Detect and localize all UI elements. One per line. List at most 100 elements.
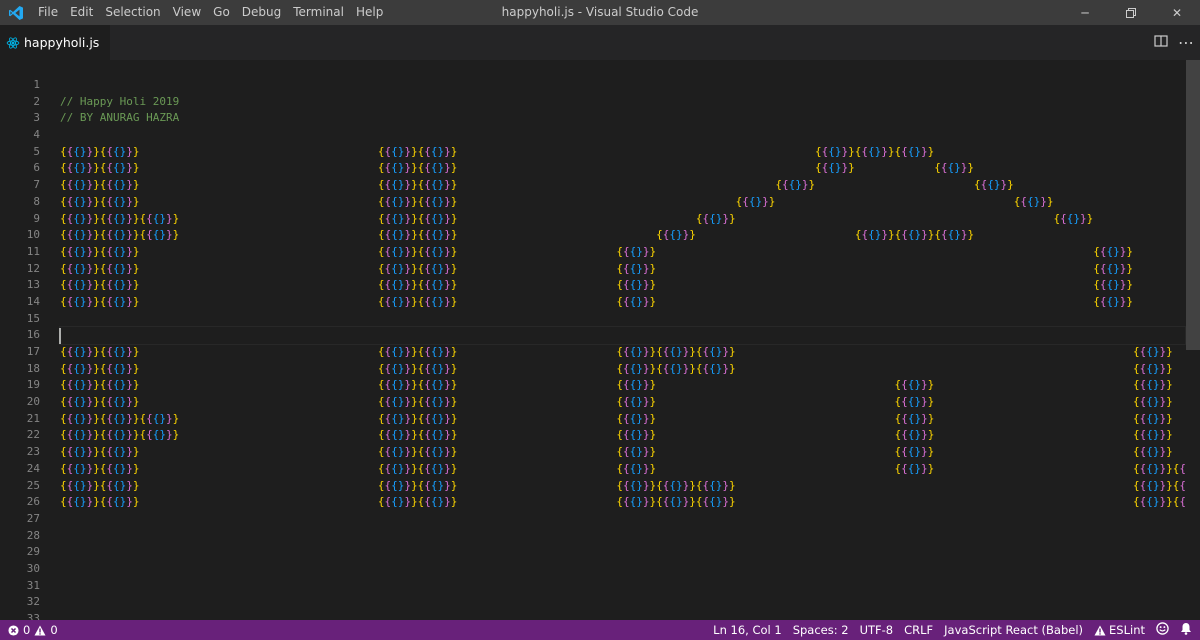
code-comment: // BY ANURAG HAZRA: [60, 111, 180, 125]
tab-happyholi-js[interactable]: happyholi.js: [0, 25, 110, 60]
editor-area[interactable]: 1 2 3 4 5 6 7 8 9 10 11 12 13 14 15 16 17 18 19 20 21 22 23 24 2…: [0, 60, 1200, 620]
code-line[interactable]: {{{}}}{{{}}} {{{}}}{{{}}} {{{}}}{{{}}}{{…: [60, 361, 1185, 378]
menu-go[interactable]: Go: [207, 0, 236, 25]
split-editor-icon: [1154, 35, 1168, 47]
line-number: 21: [26, 411, 40, 425]
window-controls: ─ ✕: [1062, 0, 1200, 25]
line-number: 13: [26, 278, 40, 292]
line-number: 18: [26, 361, 40, 375]
code-line[interactable]: {{{}}}{{{}}} {{{}}}{{{}}} {{{}}} {{{}}}: [60, 294, 1185, 311]
line-number: 2: [33, 94, 40, 108]
text-cursor: [59, 327, 61, 344]
end-of-line[interactable]: CRLF: [904, 623, 933, 637]
bell-icon: [1181, 623, 1191, 635]
menu-file[interactable]: File: [32, 0, 64, 25]
menu-help[interactable]: Help: [350, 0, 389, 25]
code-line[interactable]: {{{}}}{{{}}} {{{}}}{{{}}} {{{}}} {{{}}} …: [60, 377, 1185, 394]
error-count: 0: [23, 623, 31, 637]
code-line[interactable]: [60, 528, 1185, 545]
code-line[interactable]: [60, 77, 1185, 94]
line-number: 14: [26, 294, 40, 308]
indentation[interactable]: Spaces: 2: [793, 623, 849, 637]
code-line[interactable]: {{{}}}{{{}}}{{{}}} {{{}}}{{{}}} {{{}}} {…: [60, 427, 1185, 444]
notifications-button[interactable]: [1180, 622, 1192, 638]
code-line[interactable]: {{{}}}{{{}}} {{{}}}{{{}}} {{{}}}{{{}}}{{…: [60, 144, 1185, 161]
line-number: 22: [26, 428, 40, 442]
line-number: 20: [26, 395, 40, 409]
split-editor-button[interactable]: [1154, 33, 1168, 52]
smiley-icon: [1156, 622, 1169, 635]
problems-indicator[interactable]: 0 0: [8, 620, 58, 640]
code-line[interactable]: [60, 561, 1185, 578]
close-button[interactable]: ✕: [1154, 0, 1200, 25]
line-number: 8: [33, 194, 40, 208]
encoding[interactable]: UTF-8: [860, 623, 894, 637]
tab-label: happyholi.js: [24, 35, 100, 50]
status-bar: 0 0 Ln 16, Col 1 Spaces: 2 UTF-8 CRLF Ja…: [0, 620, 1200, 640]
code-line[interactable]: {{{}}}{{{}}} {{{}}}{{{}}} {{{}}}{{{}}}{{…: [60, 344, 1185, 361]
menu-selection[interactable]: Selection: [99, 0, 166, 25]
code-line[interactable]: [60, 544, 1185, 561]
editor-actions: ⋯: [1154, 25, 1194, 60]
status-bar-right: Ln 16, Col 1 Spaces: 2 UTF-8 CRLF JavaSc…: [713, 620, 1192, 640]
minimize-icon: ─: [1081, 5, 1089, 20]
code-line[interactable]: [60, 127, 1185, 144]
code-line[interactable]: {{{}}}{{{}}} {{{}}}{{{}}} {{{}}} {{{}}} …: [60, 444, 1185, 461]
line-number: 1: [33, 78, 40, 91]
code-line[interactable]: {{{}}}{{{}}} {{{}}}{{{}}} {{{}}}{{{}}}{{…: [60, 494, 1185, 511]
code-line[interactable]: {{{}}}{{{}}} {{{}}}{{{}}} {{{}}} {{{}}}: [60, 160, 1185, 177]
line-number: 32: [26, 595, 40, 609]
language-mode[interactable]: JavaScript React (Babel): [944, 623, 1083, 637]
line-number: 4: [33, 128, 40, 142]
code-line[interactable]: {{{}}}{{{}}} {{{}}}{{{}}} {{{}}} {{{}}}: [60, 277, 1185, 294]
code-line[interactable]: {{{}}}{{{}}}{{{}}} {{{}}}{{{}}} {{{}}} {…: [60, 227, 1185, 244]
eslint-warning-icon: [1094, 625, 1106, 635]
cursor-position[interactable]: Ln 16, Col 1: [713, 623, 782, 637]
more-actions-button[interactable]: ⋯: [1178, 33, 1194, 52]
line-number: 17: [26, 345, 40, 358]
vertical-scrollbar[interactable]: [1186, 60, 1200, 620]
line-number: 9: [33, 211, 40, 225]
code-line[interactable]: [60, 594, 1185, 611]
code-line[interactable]: {{{}}}{{{}}}{{{}}} {{{}}}{{{}}} {{{}}} {…: [60, 211, 1185, 228]
line-number: 27: [26, 511, 40, 525]
code-line[interactable]: [60, 578, 1185, 595]
restore-icon: [1126, 7, 1136, 18]
code-line[interactable]: {{{}}}{{{}}} {{{}}}{{{}}} {{{}}} {{{}}}: [60, 244, 1185, 261]
line-number: 19: [26, 378, 40, 392]
code-line[interactable]: {{{}}}{{{}}} {{{}}}{{{}}} {{{}}} {{{}}} …: [60, 461, 1185, 478]
scrollbar-thumb[interactable]: [1186, 60, 1200, 350]
code-content[interactable]: // Happy Holi 2019 // BY ANURAG HAZRA {{{}…: [59, 77, 1186, 620]
line-number: 23: [26, 445, 40, 459]
line-number: 31: [26, 578, 40, 592]
tab-bar: happyholi.js ⋯: [0, 25, 1200, 60]
close-icon: ✕: [1171, 5, 1183, 20]
code-line[interactable]: [60, 511, 1185, 528]
code-line[interactable]: {{{}}}{{{}}} {{{}}}{{{}}} {{{}}}{{{}}}{{…: [60, 478, 1185, 495]
code-line[interactable]: {{{}}}{{{}}}{{{}}} {{{}}}{{{}}} {{{}}} {…: [60, 411, 1185, 428]
warning-icon: [34, 625, 46, 636]
eslint-status[interactable]: ESLint: [1094, 623, 1145, 637]
code-line[interactable]: // BY ANURAG HAZRA: [60, 110, 1185, 127]
eslint-label: ESLint: [1109, 623, 1145, 637]
line-number: 3: [33, 111, 40, 125]
code-line[interactable]: {{{}}}{{{}}} {{{}}}{{{}}} {{{}}} {{{}}} …: [60, 394, 1185, 411]
line-number: 6: [33, 161, 40, 175]
restore-button[interactable]: [1108, 0, 1154, 25]
line-number: 11: [26, 244, 40, 258]
line-number: 26: [26, 495, 40, 509]
menu-view[interactable]: View: [167, 0, 207, 25]
code-line[interactable]: [60, 611, 1185, 620]
react-icon: [4, 36, 22, 50]
menu-terminal[interactable]: Terminal: [287, 0, 350, 25]
menu-debug[interactable]: Debug: [236, 0, 287, 25]
code-line[interactable]: {{{}}}{{{}}} {{{}}}{{{}}} {{{}}} {{{}}}: [60, 194, 1185, 211]
code-line[interactable]: // Happy Holi 2019: [60, 94, 1185, 111]
code-line[interactable]: [60, 311, 1185, 328]
code-line[interactable]: [59, 326, 1186, 345]
feedback-button[interactable]: [1156, 622, 1169, 638]
minimize-button[interactable]: ─: [1062, 0, 1108, 25]
code-line[interactable]: {{{}}}{{{}}} {{{}}}{{{}}} {{{}}} {{{}}}: [60, 177, 1185, 194]
menu-edit[interactable]: Edit: [64, 0, 99, 25]
code-line[interactable]: {{{}}}{{{}}} {{{}}}{{{}}} {{{}}} {{{}}}: [60, 261, 1185, 278]
